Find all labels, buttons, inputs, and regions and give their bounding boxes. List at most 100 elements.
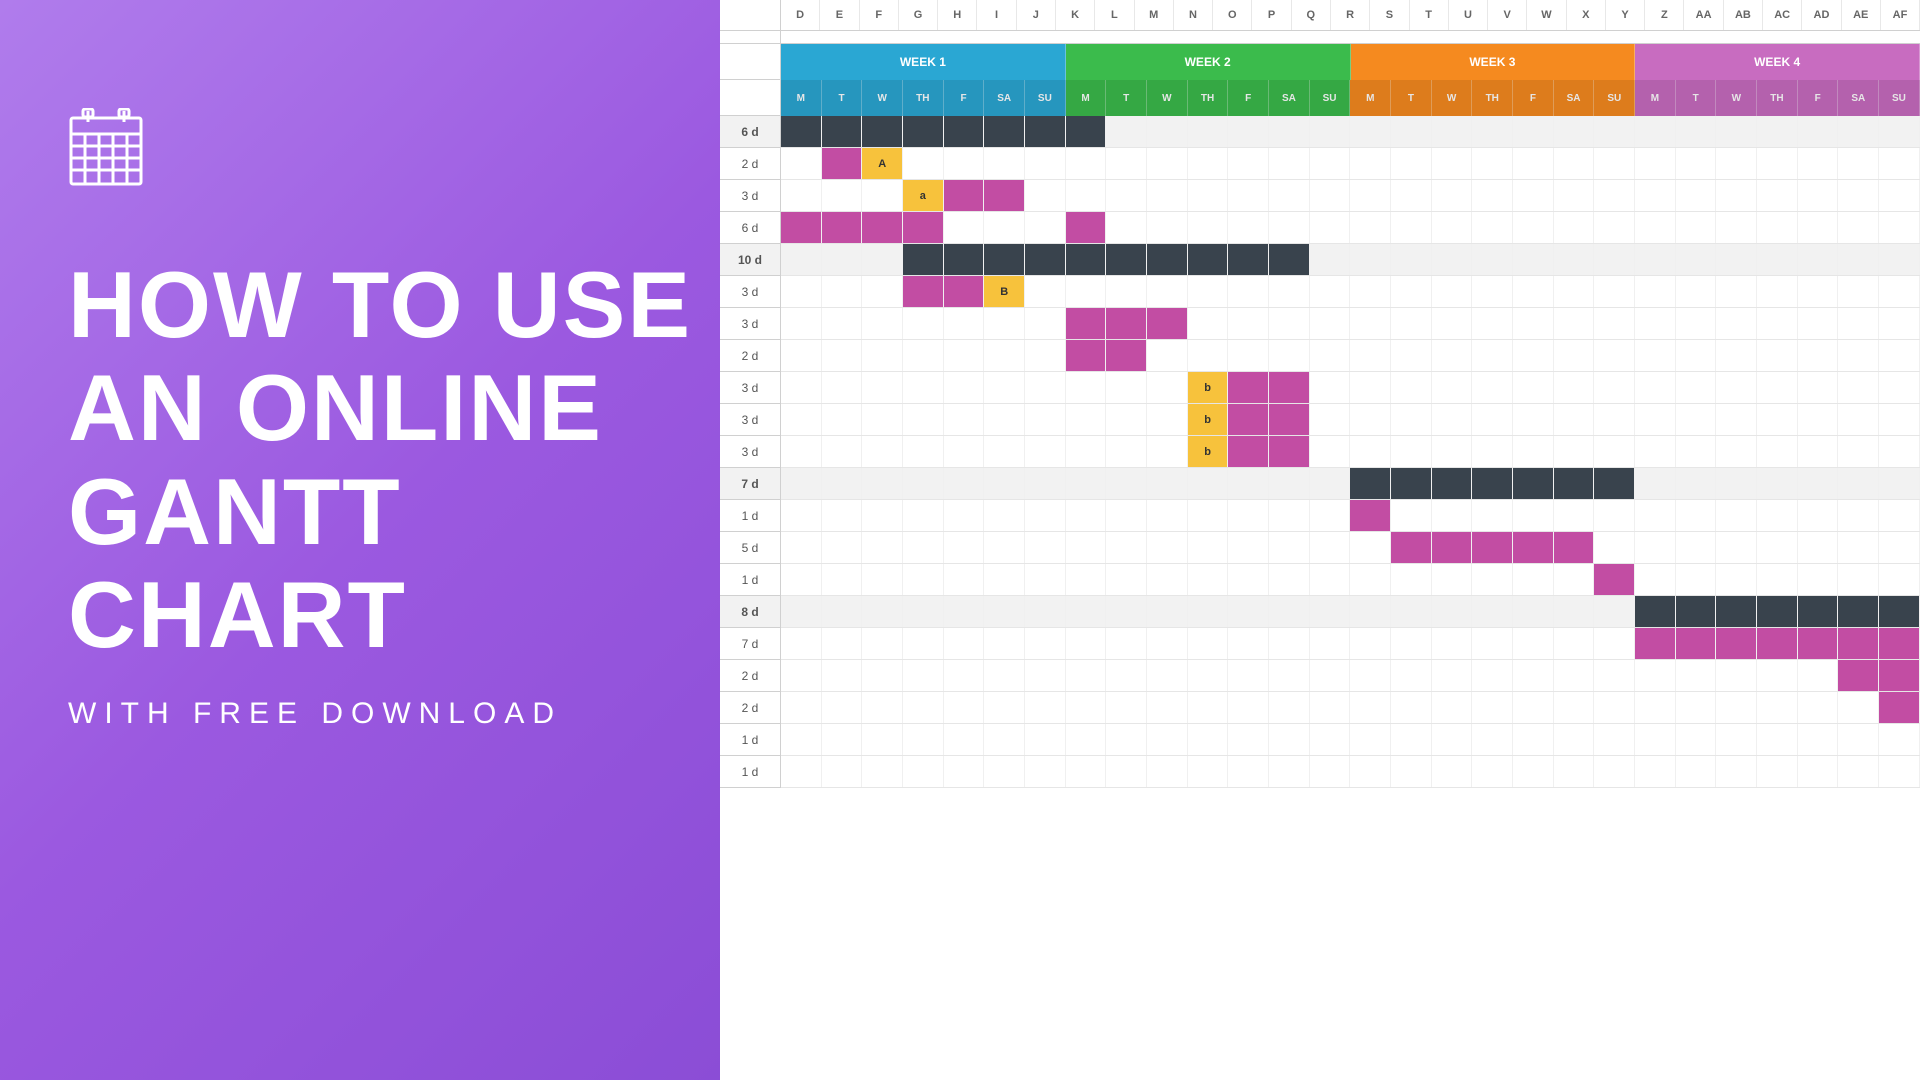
gantt-cell (1228, 596, 1269, 627)
gantt-cell (1879, 404, 1920, 435)
gantt-cell (1554, 724, 1595, 755)
gantt-cell (903, 500, 944, 531)
gantt-task-row: 1 d (720, 756, 1920, 788)
duration-cell: 7 d (720, 468, 781, 500)
gantt-cell (1798, 532, 1839, 563)
gantt-cell (781, 692, 822, 723)
gantt-cell (984, 436, 1025, 467)
duration-cell: 2 d (720, 692, 781, 724)
column-letter: AF (1881, 0, 1920, 30)
gantt-cell (1716, 180, 1757, 211)
gantt-cell (1310, 372, 1351, 403)
duration-cell: 3 d (720, 436, 781, 468)
day-header: SU (1310, 80, 1351, 116)
column-letter: Q (1292, 0, 1331, 30)
gantt-cell (1635, 596, 1676, 627)
gantt-cell (781, 436, 822, 467)
gantt-cell (1676, 180, 1717, 211)
gantt-cell (1350, 244, 1391, 275)
gantt-cell (1554, 308, 1595, 339)
gantt-cell (1554, 500, 1595, 531)
gantt-cell (1025, 596, 1066, 627)
gantt-cell (1594, 276, 1635, 307)
day-header: TH (1188, 80, 1229, 116)
gantt-cell (1879, 756, 1920, 787)
gantt-cell (1188, 308, 1229, 339)
day-header: F (1798, 80, 1839, 116)
duration-cell: 6 d (720, 212, 781, 244)
gantt-cell (1350, 756, 1391, 787)
column-letter: AE (1842, 0, 1881, 30)
gantt-cell (1147, 180, 1188, 211)
gantt-cell (1310, 596, 1351, 627)
column-letter: Z (1645, 0, 1684, 30)
gantt-cell (1472, 148, 1513, 179)
gantt-cell (1147, 244, 1188, 275)
day-header: TH (1757, 80, 1798, 116)
day-header: M (1066, 80, 1107, 116)
duration-cell: 5 d (720, 532, 781, 564)
column-letter: AD (1802, 0, 1841, 30)
duration-cell: 6 d (720, 116, 781, 148)
gantt-cell (1757, 372, 1798, 403)
duration-cell: 3 d (720, 308, 781, 340)
gantt-cell (1594, 372, 1635, 403)
gantt-cell (1798, 308, 1839, 339)
gantt-cell (1310, 308, 1351, 339)
gantt-cell (1798, 500, 1839, 531)
gantt-cell (1635, 148, 1676, 179)
duration-cell: 2 d (720, 340, 781, 372)
gantt-cell (903, 404, 944, 435)
corner-cell (720, 0, 781, 30)
gantt-cell (1310, 244, 1351, 275)
gantt-cell (1716, 500, 1757, 531)
week-header: WEEK 1 (781, 44, 1066, 80)
gantt-cell (1798, 436, 1839, 467)
gantt-cell (944, 308, 985, 339)
gantt-cell (1350, 692, 1391, 723)
gantt-cell (1594, 628, 1635, 659)
day-header: SA (1269, 80, 1310, 116)
gantt-cell (1025, 308, 1066, 339)
gantt-cell (1757, 308, 1798, 339)
gantt-cell (984, 148, 1025, 179)
duration-cell: 8 d (720, 596, 781, 628)
gantt-cell (1350, 532, 1391, 563)
gantt-cell (1228, 212, 1269, 243)
day-header: M (781, 80, 822, 116)
gantt-cell (1676, 116, 1717, 147)
gantt-cell (1025, 180, 1066, 211)
gantt-cell (1147, 756, 1188, 787)
gantt-cell (1106, 372, 1147, 403)
gantt-cell (1757, 212, 1798, 243)
gantt-cell (944, 180, 985, 211)
gantt-cell (822, 468, 863, 499)
gantt-cell (862, 756, 903, 787)
gantt-cell (1879, 180, 1920, 211)
gantt-cell (1106, 308, 1147, 339)
gantt-cell (1228, 148, 1269, 179)
gantt-cell (822, 756, 863, 787)
gantt-task-row: 3 db (720, 404, 1920, 436)
gantt-cell (1106, 244, 1147, 275)
gantt-cell (1066, 148, 1107, 179)
gantt-task-row: 3 da (720, 180, 1920, 212)
column-letter: S (1370, 0, 1409, 30)
gantt-cell (1066, 692, 1107, 723)
day-header: W (1716, 80, 1757, 116)
gantt-cell (1025, 660, 1066, 691)
gantt-cell (1676, 756, 1717, 787)
gantt-task-row: 6 d (720, 212, 1920, 244)
gantt-cell (1228, 724, 1269, 755)
gantt-cell (1757, 116, 1798, 147)
gantt-cell (1798, 212, 1839, 243)
gantt-cell (1269, 276, 1310, 307)
gantt-cell (1757, 628, 1798, 659)
gantt-cell (1147, 212, 1188, 243)
calendar-icon (68, 108, 720, 193)
gantt-cell (1554, 340, 1595, 371)
gantt-cell (1472, 308, 1513, 339)
gantt-cell (1757, 148, 1798, 179)
gantt-cell (984, 340, 1025, 371)
gantt-cell (781, 660, 822, 691)
